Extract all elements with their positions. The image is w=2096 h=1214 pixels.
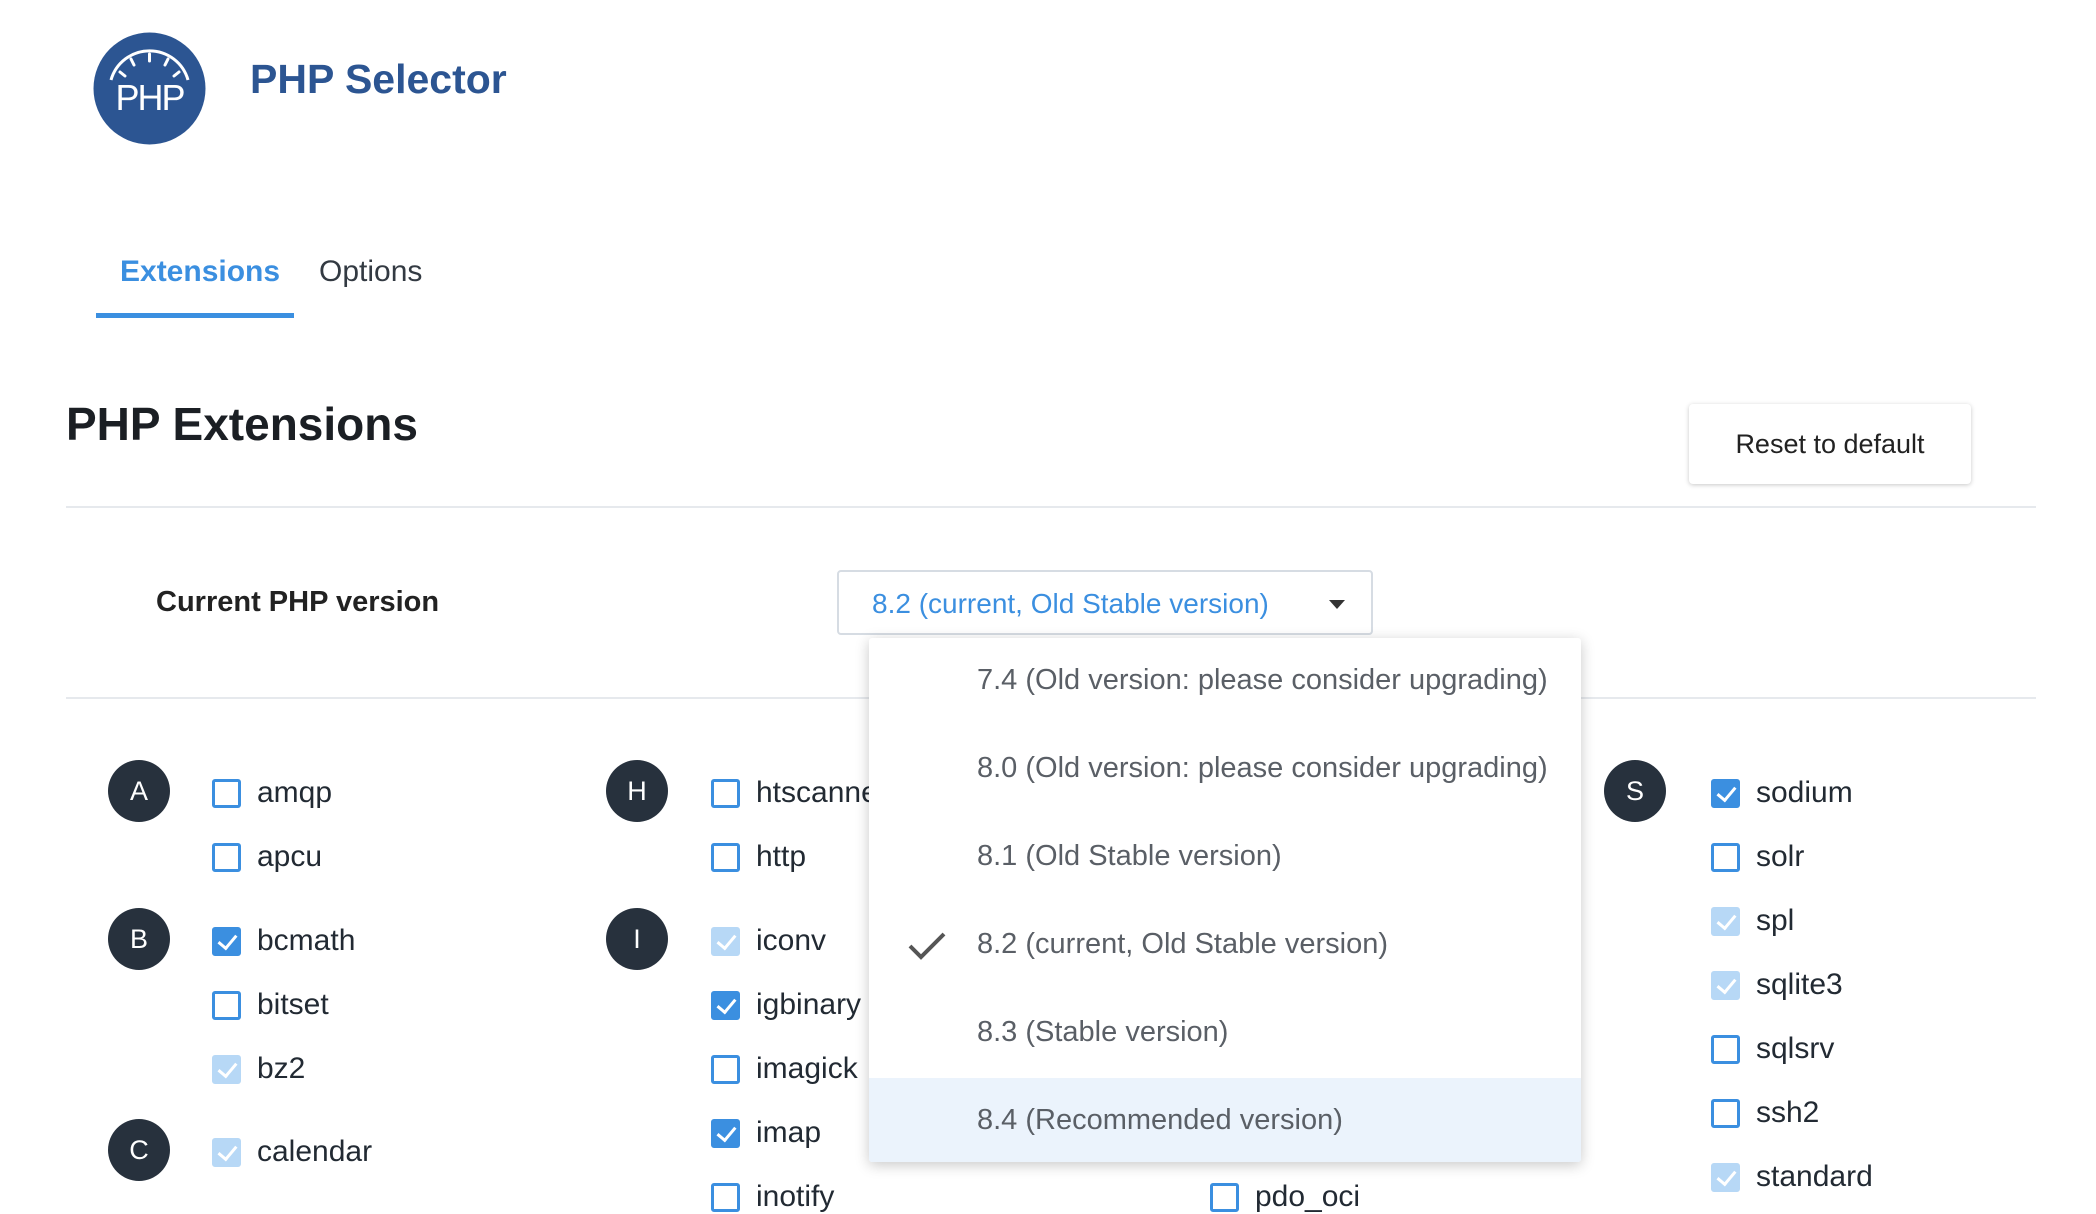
extension-label: iconv	[756, 924, 827, 957]
extension-checkbox[interactable]	[212, 926, 241, 956]
extension-checkbox[interactable]	[711, 778, 740, 808]
extension-label: ssh2	[1756, 1096, 1820, 1129]
extension-item-bitset[interactable]: bitset	[212, 988, 329, 1022]
version-option-8-3[interactable]: 8.3 (Stable version)	[869, 990, 1581, 1078]
letter-badge-h: H	[606, 760, 668, 822]
extension-item-standard[interactable]: standard	[1711, 1160, 1873, 1194]
letter-badge-i: I	[606, 908, 668, 970]
extension-checkbox[interactable]	[212, 778, 241, 808]
extension-item-amqp[interactable]: amqp	[212, 776, 332, 810]
extension-item-sqlsrv[interactable]: sqlsrv	[1711, 1032, 1834, 1066]
extension-item-bcmath[interactable]: bcmath	[212, 924, 355, 958]
extension-label: standard	[1756, 1160, 1873, 1193]
version-option-8-1[interactable]: 8.1 (Old Stable version)	[869, 814, 1581, 902]
php-version-selected-value: 8.2 (current, Old Stable version)	[872, 588, 1269, 619]
app-title: PHP Selector	[250, 56, 507, 102]
letter-badge-s: S	[1604, 760, 1666, 822]
extension-item-htscanner[interactable]: htscanne	[711, 776, 878, 810]
extension-label: sqlite3	[1756, 968, 1843, 1001]
version-option-label: 8.0 (Old version: please consider upgrad…	[977, 752, 1548, 784]
php-logo: PHP	[93, 32, 206, 145]
extension-checkbox[interactable]	[1711, 970, 1740, 1000]
extension-checkbox[interactable]	[1711, 842, 1740, 872]
letter-badge-b: B	[108, 908, 170, 970]
version-option-8-2[interactable]: 8.2 (current, Old Stable version)	[869, 902, 1581, 990]
extension-checkbox[interactable]	[1711, 906, 1740, 936]
extension-label: htscanne	[756, 776, 878, 809]
tab-extensions[interactable]: Extensions	[120, 255, 280, 289]
active-tab-indicator	[96, 313, 294, 318]
extension-label: sodium	[1756, 776, 1853, 809]
caret-down-icon	[1329, 600, 1345, 609]
extension-item-iconv[interactable]: iconv	[711, 924, 826, 958]
extension-item-sodium[interactable]: sodium	[1711, 776, 1853, 810]
extension-item-sqlite3[interactable]: sqlite3	[1711, 968, 1843, 1002]
extension-item-igbinary[interactable]: igbinary	[711, 988, 861, 1022]
extension-label: amqp	[257, 776, 333, 809]
extension-label: spl	[1756, 904, 1795, 937]
version-option-label: 8.3 (Stable version)	[977, 1016, 1229, 1048]
extension-label: imagick	[756, 1052, 858, 1085]
extension-item-apcu[interactable]: apcu	[212, 840, 322, 874]
extension-item-pdo-oci[interactable]: pdo_oci	[1210, 1180, 1360, 1214]
extension-checkbox[interactable]	[1711, 778, 1740, 808]
extension-item-imap[interactable]: imap	[711, 1116, 821, 1150]
svg-text:PHP: PHP	[115, 77, 184, 118]
extension-item-calendar[interactable]: calendar	[212, 1135, 372, 1169]
extension-checkbox[interactable]	[1711, 1098, 1740, 1128]
extension-checkbox[interactable]	[212, 842, 241, 872]
extension-label: solr	[1756, 840, 1805, 873]
version-option-label: 8.2 (current, Old Stable version)	[977, 928, 1389, 960]
extension-checkbox[interactable]	[212, 1137, 241, 1167]
current-php-version-label: Current PHP version	[156, 586, 440, 618]
extension-label: imap	[756, 1116, 822, 1149]
extension-checkbox[interactable]	[212, 1054, 241, 1084]
extension-checkbox[interactable]	[711, 1118, 740, 1148]
version-option-label: 8.1 (Old Stable version)	[977, 840, 1282, 872]
letter-badge-a: A	[108, 760, 170, 822]
php-version-select[interactable]: 8.2 (current, Old Stable version)	[837, 570, 1373, 635]
extension-item-bz2[interactable]: bz2	[212, 1052, 305, 1086]
extension-label: bcmath	[257, 924, 356, 957]
extension-item-ssh2[interactable]: ssh2	[1711, 1096, 1819, 1130]
version-option-8-4[interactable]: 8.4 (Recommended version)	[869, 1078, 1581, 1162]
extension-checkbox[interactable]	[711, 1182, 740, 1212]
divider	[66, 506, 2036, 508]
tab-options[interactable]: Options	[319, 255, 422, 289]
extension-item-http[interactable]: http	[711, 840, 806, 874]
extension-checkbox[interactable]	[212, 990, 241, 1020]
page-title: PHP Extensions	[66, 398, 418, 450]
version-option-label: 7.4 (Old version: please consider upgrad…	[977, 664, 1548, 696]
letter-badge-c: C	[108, 1119, 170, 1181]
extension-checkbox[interactable]	[711, 926, 740, 956]
extension-item-inotify[interactable]: inotify	[711, 1180, 834, 1214]
extension-label: pdo_oci	[1255, 1180, 1361, 1213]
extension-checkbox[interactable]	[1210, 1182, 1239, 1212]
version-option-7-4[interactable]: 7.4 (Old version: please consider upgrad…	[869, 638, 1581, 726]
reset-to-default-button[interactable]: Reset to default	[1689, 404, 1971, 484]
extension-label: igbinary	[756, 988, 862, 1021]
extension-label: bz2	[257, 1052, 306, 1085]
version-option-label: 8.4 (Recommended version)	[977, 1104, 1343, 1136]
extension-checkbox[interactable]	[1711, 1034, 1740, 1064]
extension-label: calendar	[257, 1135, 373, 1168]
php-version-dropdown-menu: 7.4 (Old version: please consider upgrad…	[869, 638, 1581, 1162]
extension-label: bitset	[257, 988, 329, 1021]
extension-item-imagick[interactable]: imagick	[711, 1052, 858, 1086]
extension-checkbox[interactable]	[1711, 1162, 1740, 1192]
extension-item-spl[interactable]: spl	[1711, 904, 1794, 938]
extension-label: apcu	[257, 840, 323, 873]
extension-checkbox[interactable]	[711, 1054, 740, 1084]
extension-checkbox[interactable]	[711, 990, 740, 1020]
checkmark-icon	[908, 932, 946, 960]
extension-label: http	[756, 840, 807, 873]
extension-label: sqlsrv	[1756, 1032, 1835, 1065]
extension-label: inotify	[756, 1180, 835, 1213]
version-option-8-0[interactable]: 8.0 (Old version: please consider upgrad…	[869, 726, 1581, 814]
extension-checkbox[interactable]	[711, 842, 740, 872]
extension-item-solr[interactable]: solr	[1711, 840, 1804, 874]
